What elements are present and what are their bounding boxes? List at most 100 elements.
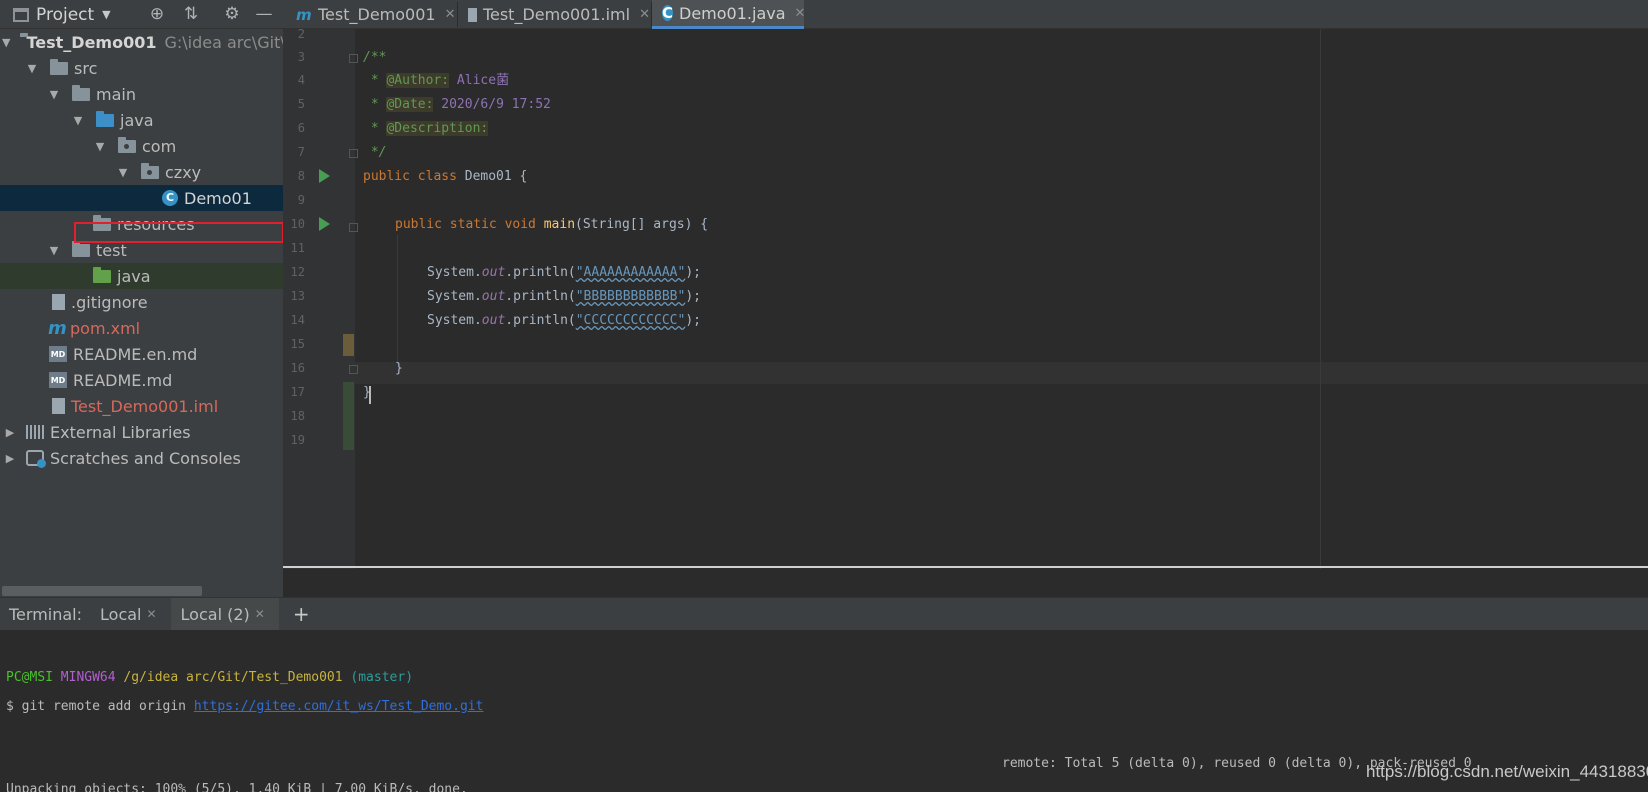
- fold-marker-icon[interactable]: [349, 223, 358, 232]
- close-icon[interactable]: ✕: [255, 607, 265, 621]
- terminal-url-link[interactable]: https://gitee.com/it_ws/Test_Demo.git: [194, 699, 484, 714]
- fold-marker-icon[interactable]: [349, 54, 358, 63]
- watermark-text: https://blog.csdn.net/weixin_44318830: [1366, 762, 1648, 781]
- fold-marker-icon[interactable]: [349, 149, 358, 158]
- tree-label: pom.xml: [70, 318, 141, 338]
- tree-item-external-libraries[interactable]: ▶ External Libraries: [0, 419, 283, 445]
- tab-label: Demo01.java: [679, 3, 786, 23]
- code-token: *: [363, 73, 387, 88]
- chevron-down-icon[interactable]: ▼: [46, 88, 62, 101]
- fold-marker-icon[interactable]: [349, 365, 358, 374]
- tree-item-src[interactable]: ▼ src: [0, 55, 283, 81]
- tree-label: com: [142, 136, 177, 156]
- tree-label: Demo01: [184, 188, 252, 208]
- collapse-all-icon[interactable]: ⇅: [180, 3, 202, 25]
- tree-item-pom[interactable]: m pom.xml: [0, 315, 283, 341]
- close-icon[interactable]: ✕: [445, 7, 456, 22]
- code-token: );: [685, 265, 701, 280]
- project-tree: ▼ Test_Demo001 G:\idea arc\Git\T ▼ src ▼…: [0, 29, 283, 597]
- terminal-tab-label: Local (2): [180, 604, 250, 624]
- tree-item-czxy[interactable]: ▼ czxy: [0, 159, 283, 185]
- chevron-right-icon[interactable]: ▶: [2, 426, 18, 439]
- tree-item-scratches[interactable]: ▶ Scratches and Consoles: [0, 445, 283, 471]
- code-token: public static void: [395, 217, 544, 232]
- code-editor[interactable]: 2 3 4 5 6 7 8 9 10 11 12 13 14 15 16 17 …: [283, 29, 1648, 569]
- package-icon: [141, 162, 159, 179]
- locate-icon[interactable]: ⊕: [146, 3, 168, 25]
- library-icon: [26, 425, 44, 439]
- add-terminal-icon[interactable]: +: [293, 602, 310, 626]
- tree-label: Test_Demo001.iml: [71, 396, 219, 416]
- code-token: Demo01: [464, 169, 512, 184]
- tab-terminal-local-2[interactable]: Local (2) ✕: [170, 597, 279, 631]
- prompt-path: /g/idea arc/Git/Test_Demo001: [123, 670, 343, 685]
- tree-item-readme[interactable]: MD README.md: [0, 367, 283, 393]
- tree-label: test: [96, 240, 127, 260]
- markdown-file-icon: MD: [49, 346, 67, 362]
- tab-test-demo001-iml[interactable]: Test_Demo001.iml ✕: [458, 0, 650, 29]
- tree-item-gitignore[interactable]: .gitignore: [0, 289, 283, 315]
- tab-label: Test_Demo001.iml: [482, 5, 631, 24]
- terminal-label: Terminal:: [9, 604, 83, 624]
- tab-terminal-local[interactable]: Local ✕: [100, 598, 171, 631]
- close-icon[interactable]: ✕: [639, 7, 650, 22]
- close-icon[interactable]: ✕: [795, 6, 806, 21]
- line-number: 17: [290, 385, 305, 399]
- source-folder-icon: [96, 110, 114, 127]
- current-line-highlight: [355, 362, 1648, 384]
- tree-label: README.md: [73, 370, 173, 390]
- tree-item-readme-en[interactable]: MD README.en.md: [0, 341, 283, 367]
- selection-highlight-box: [74, 222, 283, 243]
- code-token: .println(: [505, 265, 576, 280]
- code-token: 2020/6/9 17:52: [433, 97, 551, 112]
- run-gutter-icon[interactable]: [319, 169, 330, 183]
- code-token: Alice菌: [449, 73, 510, 88]
- hide-icon[interactable]: —: [253, 3, 275, 25]
- code-token: System.: [427, 313, 482, 328]
- code-line-14: System.out.println("CCCCCCCCCCCC");: [427, 312, 701, 330]
- code-token: public class: [363, 169, 465, 184]
- vcs-changed-marker: [343, 334, 354, 356]
- terminal-tab-label: Local: [100, 604, 142, 624]
- run-gutter-icon[interactable]: [319, 217, 330, 231]
- chevron-down-icon[interactable]: ▼: [2, 36, 10, 49]
- close-icon[interactable]: ✕: [146, 607, 156, 621]
- folder-icon: [72, 240, 90, 257]
- text-caret: [369, 386, 371, 404]
- tree-item-java[interactable]: ▼ java: [0, 107, 283, 133]
- line-number: 12: [290, 265, 305, 279]
- code-token: );: [685, 289, 701, 304]
- terminal-header: Terminal: Local ✕ Local (2) ✕ +: [0, 597, 1648, 631]
- tree-label: External Libraries: [50, 422, 191, 442]
- code-token: /**: [363, 50, 387, 65]
- tab-demo01-java[interactable]: C Demo01.java ✕: [652, 0, 806, 29]
- chevron-down-icon[interactable]: ▼: [70, 114, 86, 127]
- gear-icon[interactable]: ⚙: [221, 3, 243, 25]
- chevron-down-icon[interactable]: ▼: [92, 140, 108, 153]
- terminal-command-line: $ git remote add origin https://gitee.co…: [6, 699, 483, 714]
- test-folder-icon: [93, 266, 111, 283]
- line-number: 9: [297, 193, 305, 207]
- code-line-13: System.out.println("BBBBBBBBBBBB");: [427, 288, 701, 306]
- chevron-down-icon[interactable]: ▼: [24, 62, 40, 75]
- chevron-right-icon[interactable]: ▶: [2, 452, 18, 465]
- top-toolbar: Project ▼ ⊕ ⇅ ⚙ — m Test_Demo001 ✕ Test_…: [0, 0, 1648, 29]
- code-token: out: [481, 289, 506, 304]
- tree-item-test-java[interactable]: java: [0, 263, 283, 289]
- horizontal-scrollbar[interactable]: [2, 586, 202, 596]
- chevron-down-icon[interactable]: ▼: [46, 244, 62, 257]
- tree-item-iml[interactable]: Test_Demo001.iml: [0, 393, 283, 419]
- line-number: 2: [297, 29, 305, 41]
- code-line-6: * @Description:: [363, 120, 489, 138]
- line-number: 15: [290, 337, 305, 351]
- scratches-icon: [26, 450, 46, 468]
- tree-item-main[interactable]: ▼ main: [0, 81, 283, 107]
- tree-item-demo01[interactable]: C Demo01: [0, 185, 283, 211]
- tree-label: main: [96, 84, 136, 104]
- tree-item-com[interactable]: ▼ com: [0, 133, 283, 159]
- tree-label: java: [117, 266, 151, 286]
- tab-test-demo001[interactable]: m Test_Demo001 ✕: [286, 0, 456, 29]
- tree-item-root[interactable]: ▼ Test_Demo001 G:\idea arc\Git\T: [0, 29, 283, 55]
- code-token: "BBBBBBBBBBBB": [575, 289, 686, 304]
- chevron-down-icon[interactable]: ▼: [115, 166, 131, 179]
